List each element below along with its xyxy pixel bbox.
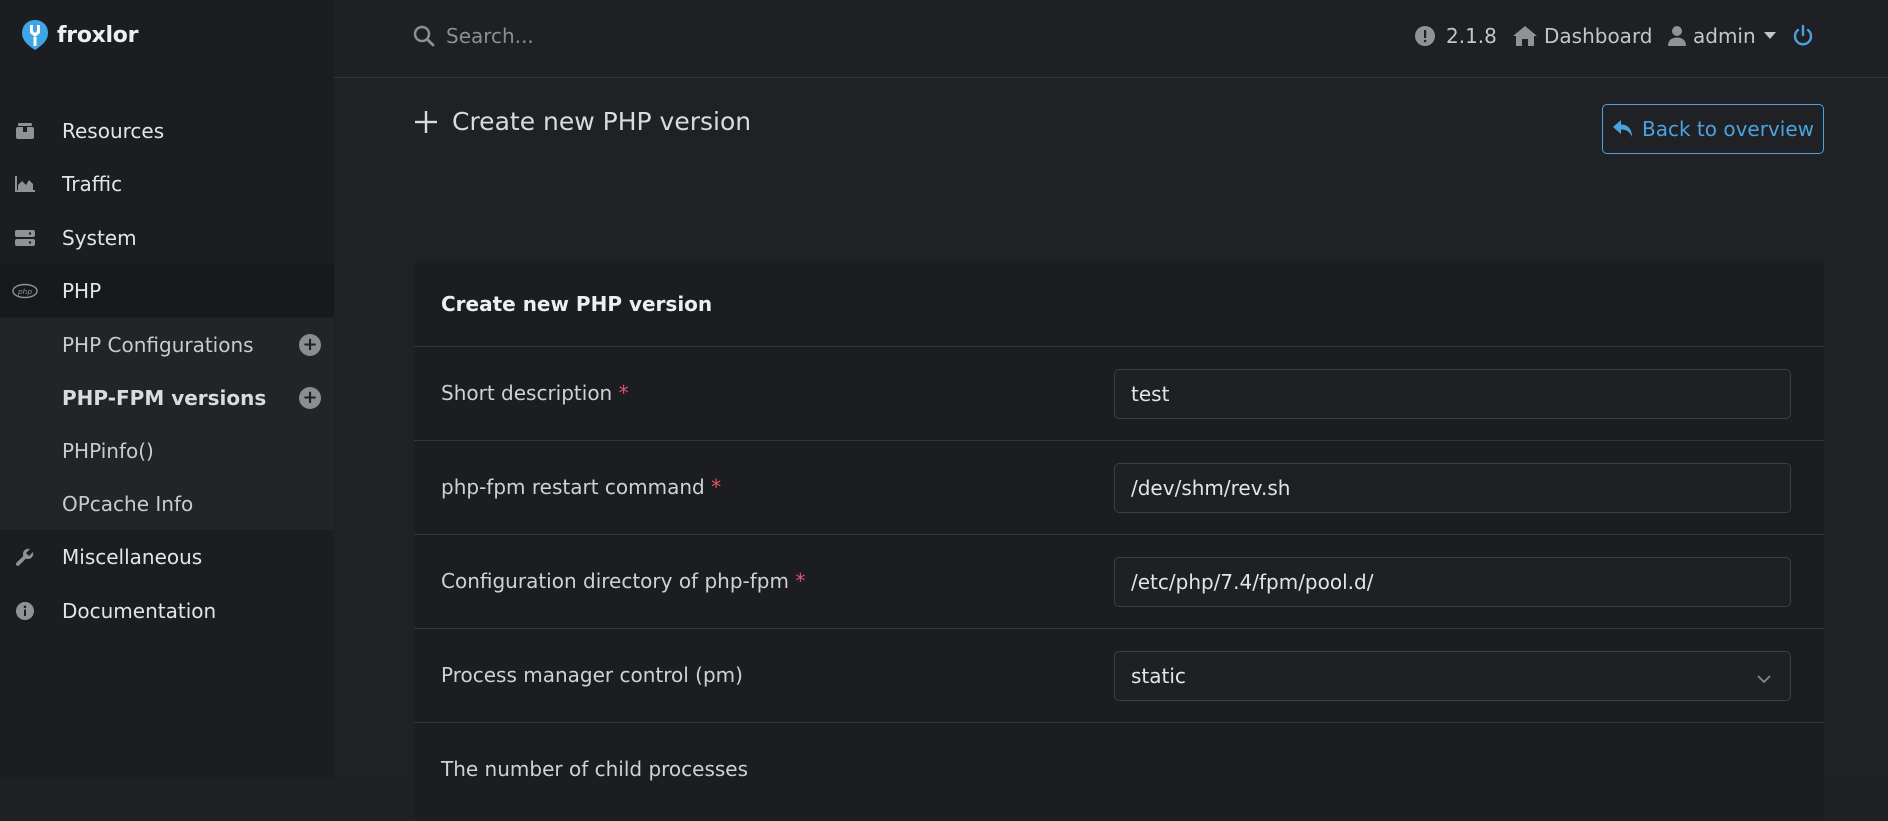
field-label: Process manager control (pm) — [441, 663, 743, 687]
php-icon: php — [12, 278, 38, 304]
form-row-config-directory: Configuration directory of php-fpm * /et… — [414, 535, 1824, 629]
sidebar-item-label: PHP — [62, 278, 102, 303]
sidebar-item-label: Documentation — [62, 598, 217, 623]
field-label: The number of child processes — [441, 757, 749, 781]
sidebar-subitem-label: PHP-FPM versions — [62, 385, 267, 410]
add-circle-icon[interactable]: + — [299, 386, 321, 409]
form-row-process-manager: Process manager control (pm) static — [414, 629, 1824, 723]
field-label-text: Short description — [441, 381, 613, 405]
sidebar-item-label: Traffic — [62, 171, 123, 196]
field-value: test — [1131, 382, 1170, 406]
form-card-header: Create new PHP version — [414, 261, 1824, 347]
sidebar-item-miscellaneous[interactable]: Miscellaneous — [0, 530, 334, 583]
select-value: static — [1131, 664, 1186, 688]
exclamation-circle-icon — [1414, 25, 1436, 47]
form-row-restart-command: php-fpm restart command * /dev/shm/rev.s… — [414, 441, 1824, 535]
short-description-input[interactable]: test — [1114, 369, 1791, 419]
page-header: Create new PHP version — [414, 107, 751, 136]
topbar: 2.1.8 Dashboard admin — [334, 0, 1888, 78]
caret-down-icon — [1763, 32, 1776, 40]
sidebar-subitem-label: OPcache Info — [62, 491, 194, 516]
dashboard-label: Dashboard — [1544, 24, 1653, 48]
power-icon — [1791, 24, 1815, 48]
sidebar-item-documentation[interactable]: Documentation — [0, 584, 334, 637]
field-value: /etc/php/7.4/fpm/pool.d/ — [1131, 570, 1374, 594]
sidebar: froxlor Resources Traffic System php PHP… — [0, 0, 334, 778]
sidebar-item-php[interactable]: php PHP — [0, 264, 334, 317]
svg-text:php: php — [17, 286, 32, 295]
sidebar-item-label: System — [62, 225, 137, 250]
page-title: Create new PHP version — [452, 107, 752, 136]
field-label: php-fpm restart command * — [441, 475, 721, 499]
user-menu[interactable]: admin — [1667, 18, 1776, 54]
sidebar-item-resources[interactable]: Resources — [0, 104, 334, 157]
process-manager-select[interactable]: static — [1114, 651, 1791, 701]
required-marker: * — [711, 475, 722, 499]
home-icon — [1512, 25, 1538, 47]
sidebar-item-label: Miscellaneous — [62, 544, 203, 569]
back-button-label: Back to overview — [1641, 117, 1814, 141]
froxlor-logo-icon — [22, 20, 48, 50]
form-row-child-processes: The number of child processes — [414, 723, 1824, 817]
sidebar-item-label: Resources — [62, 118, 165, 143]
restart-command-input[interactable]: /dev/shm/rev.sh — [1114, 463, 1791, 513]
version-indicator[interactable]: 2.1.8 — [1414, 18, 1497, 54]
sidebar-subitem-php-fpm-versions[interactable]: PHP-FPM versions + — [0, 371, 334, 424]
form-card: Create new PHP version Short description… — [414, 261, 1824, 821]
version-label: 2.1.8 — [1446, 24, 1497, 48]
sidebar-subitem-label: PHP Configurations — [62, 332, 254, 357]
chart-area-icon — [12, 171, 38, 197]
reply-arrow-icon — [1612, 119, 1634, 139]
chevron-down-icon — [1756, 668, 1772, 692]
wrench-icon — [12, 544, 38, 570]
search-icon — [412, 24, 436, 52]
brand-logo[interactable]: froxlor — [19, 17, 138, 53]
sidebar-subitem-label: PHPinfo() — [62, 438, 154, 463]
sidebar-item-traffic[interactable]: Traffic — [0, 157, 334, 210]
info-circle-icon — [12, 598, 38, 624]
php-submenu: PHP Configurations + PHP-FPM versions + … — [0, 318, 334, 530]
required-marker: * — [618, 381, 629, 405]
brand-name: froxlor — [57, 22, 139, 48]
user-icon — [1667, 25, 1687, 47]
sidebar-item-system[interactable]: System — [0, 211, 334, 264]
server-icon — [12, 225, 38, 251]
dashboard-link[interactable]: Dashboard — [1512, 18, 1653, 54]
plus-icon — [414, 110, 438, 134]
field-label: Configuration directory of php-fpm * — [441, 569, 805, 593]
user-name: admin — [1693, 24, 1756, 48]
field-label-text: php-fpm restart command — [441, 475, 705, 499]
config-directory-input[interactable]: /etc/php/7.4/fpm/pool.d/ — [1114, 557, 1791, 607]
sidebar-subitem-php-configurations[interactable]: PHP Configurations + — [0, 318, 334, 371]
form-title: Create new PHP version — [441, 291, 713, 316]
search-input[interactable] — [446, 18, 946, 54]
box-icon — [12, 118, 38, 144]
field-label: Short description * — [441, 381, 629, 405]
main-content: Create new PHP version Back to overview … — [334, 79, 1888, 821]
required-marker: * — [795, 569, 806, 593]
sidebar-subitem-opcache-info[interactable]: OPcache Info — [0, 477, 334, 530]
add-circle-icon[interactable]: + — [299, 333, 321, 356]
sidebar-subitem-phpinfo[interactable]: PHPinfo() — [0, 424, 334, 477]
back-to-overview-button[interactable]: Back to overview — [1602, 104, 1824, 154]
logout-button[interactable] — [1791, 18, 1815, 54]
field-value: /dev/shm/rev.sh — [1131, 476, 1291, 500]
field-label-text: Configuration directory of php-fpm — [441, 569, 789, 593]
form-row-short-description: Short description * test — [414, 347, 1824, 441]
